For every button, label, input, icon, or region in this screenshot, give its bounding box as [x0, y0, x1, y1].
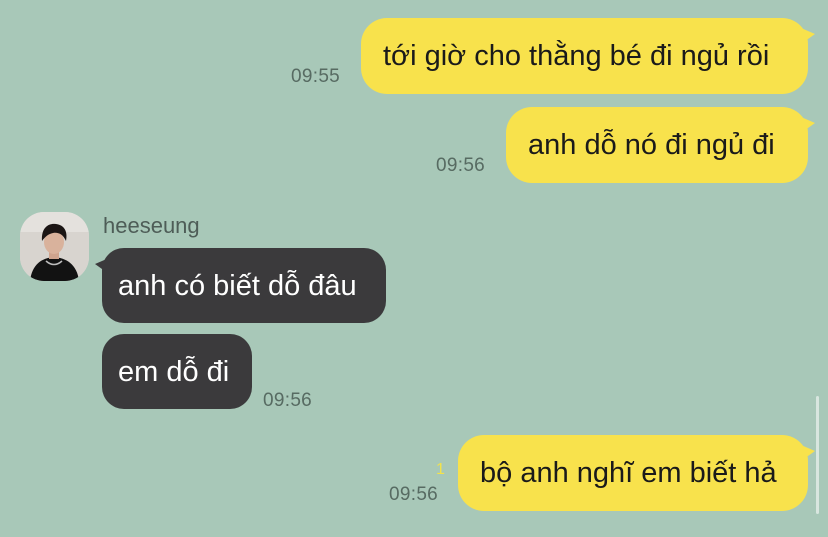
incoming-message-bubble[interactable]: em dỗ đi: [102, 334, 252, 409]
unread-count: 1: [436, 461, 445, 478]
message-timestamp: 09:56: [263, 390, 313, 411]
outgoing-message-bubble[interactable]: anh dỗ nó đi ngủ đi: [506, 107, 815, 183]
message-text: bộ anh nghĩ em biết hả: [480, 457, 777, 489]
profile-photo-icon: [20, 212, 89, 281]
outgoing-message-bubble[interactable]: tới giờ cho thằng bé đi ngủ rồi: [361, 18, 815, 94]
message-timestamp: 09:56: [436, 155, 486, 176]
message-text: em dỗ đi: [118, 355, 230, 388]
sender-name: heeseung: [103, 213, 200, 238]
outgoing-message-bubble[interactable]: bộ anh nghĩ em biết hả: [458, 435, 815, 511]
message-timestamp: 09:56: [389, 484, 439, 505]
message-timestamp: 09:55: [291, 66, 341, 87]
incoming-message-bubble[interactable]: anh có biết dỗ đâu: [95, 248, 386, 323]
scrollbar[interactable]: [816, 396, 819, 514]
chat-view: 09:55 tới giờ cho thằng bé đi ngủ rồi 09…: [0, 0, 828, 537]
message-text: tới giờ cho thằng bé đi ngủ rồi: [383, 40, 770, 72]
message-text: anh dỗ nó đi ngủ đi: [528, 129, 775, 161]
contact-avatar[interactable]: [20, 212, 89, 281]
message-text: anh có biết dỗ đâu: [118, 269, 357, 302]
